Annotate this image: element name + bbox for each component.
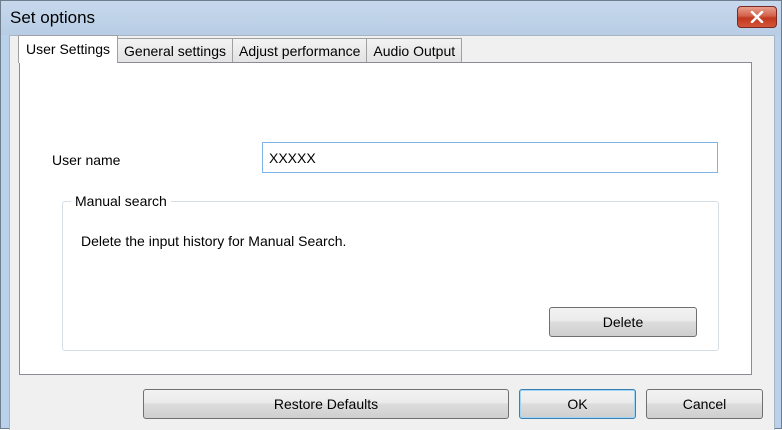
tab-adjust-performance[interactable]: Adjust performance bbox=[232, 38, 368, 63]
tab-strip: User Settings General settings Adjust pe… bbox=[18, 35, 463, 63]
dialog-title: Set options bbox=[10, 8, 96, 27]
delete-history-button[interactable]: Delete bbox=[549, 307, 697, 337]
restore-defaults-button[interactable]: Restore Defaults bbox=[143, 389, 509, 419]
close-icon bbox=[750, 11, 764, 23]
user-name-label: User name bbox=[52, 152, 121, 168]
tab-audio-output[interactable]: Audio Output bbox=[366, 38, 463, 63]
user-name-input[interactable] bbox=[262, 142, 718, 173]
close-button[interactable] bbox=[737, 6, 777, 28]
title-bar[interactable]: Set options bbox=[1, 1, 781, 35]
tab-general-settings[interactable]: General settings bbox=[117, 38, 233, 63]
ok-button[interactable]: OK bbox=[519, 389, 636, 419]
manual-search-description: Delete the input history for Manual Sear… bbox=[81, 233, 347, 249]
tab-user-settings[interactable]: User Settings bbox=[18, 35, 119, 63]
manual-search-legend: Manual search bbox=[71, 193, 171, 209]
cancel-button[interactable]: Cancel bbox=[646, 389, 763, 419]
